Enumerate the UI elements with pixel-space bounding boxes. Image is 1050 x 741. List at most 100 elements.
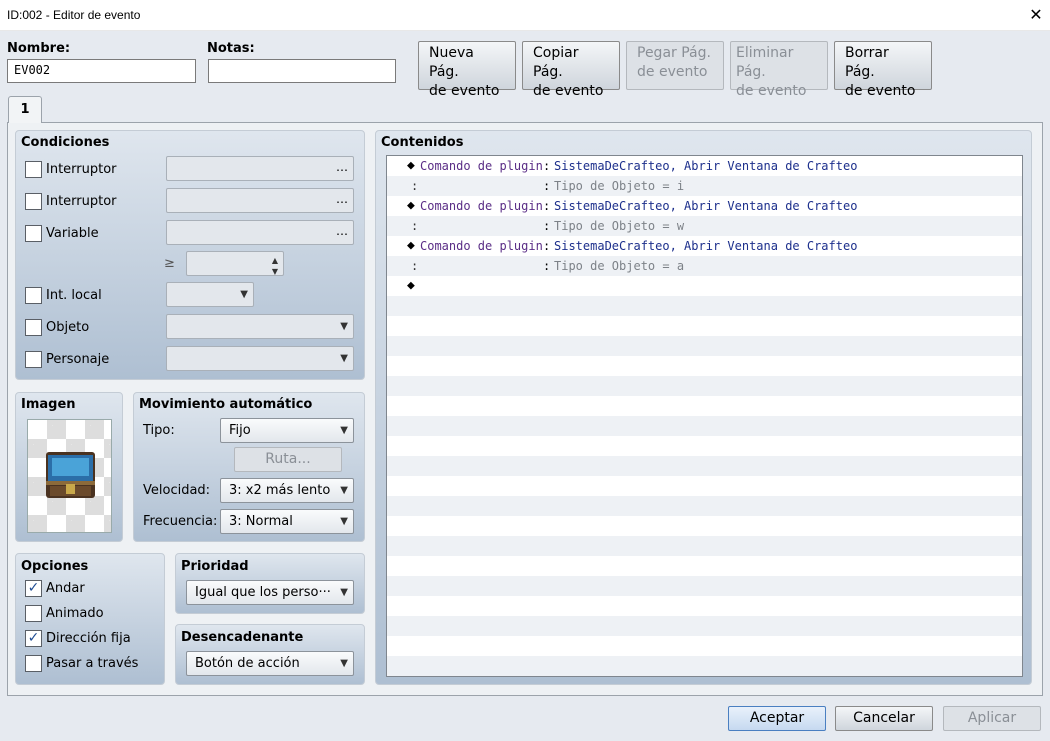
list-item[interactable] [387, 436, 1022, 456]
conditions-title: Condiciones [21, 135, 110, 150]
trigger-title: Desencadenante [181, 630, 304, 645]
diamond-icon: ◆ [407, 238, 415, 253]
list-item[interactable] [387, 656, 1022, 676]
walking-checkbox[interactable]: ✓ [25, 580, 42, 597]
command-name: Comando de plugin [420, 159, 543, 173]
list-item[interactable] [387, 336, 1022, 356]
command-text: SistemaDeCrafteo, Abrir Ventana de Craft… [554, 159, 858, 173]
list-item[interactable] [387, 556, 1022, 576]
list-item[interactable]: ◆ Comando de plugin: SistemaDeCrafteo, Abr… [387, 196, 1022, 216]
frequency-select[interactable]: 3: Normal ▼ [220, 509, 354, 534]
trigger-value: Botón de acción [195, 656, 300, 671]
type-value: Fijo [229, 423, 251, 438]
list-item[interactable] [387, 376, 1022, 396]
stepping-checkbox[interactable] [25, 605, 42, 622]
copy-page-label-1: Copiar Pág. [533, 45, 579, 80]
list-item[interactable] [387, 536, 1022, 556]
priority-select[interactable]: Igual que los perso··· ▼ [186, 580, 354, 605]
list-item[interactable] [387, 636, 1022, 656]
diamond-icon: ◆ [407, 198, 415, 213]
self-switch-label: Int. local [46, 288, 102, 303]
command-text: SistemaDeCrafteo, Abrir Ventana de Craft… [554, 239, 858, 253]
list-item[interactable] [387, 396, 1022, 416]
new-page-label-2: de evento [429, 83, 500, 99]
list-item[interactable] [387, 356, 1022, 376]
speed-select[interactable]: 3: x2 más lento ▼ [220, 478, 354, 503]
command-name: : [411, 259, 419, 273]
list-item[interactable] [387, 456, 1022, 476]
image-title: Imagen [21, 397, 76, 412]
paste-page-button[interactable]: Pegar Pág. de evento [626, 41, 724, 90]
switch2-label: Interruptor [46, 194, 117, 209]
delete-page-label-1: Eliminar Pág. [736, 45, 794, 80]
stepping-label: Animado [46, 606, 104, 621]
new-page-button[interactable]: Nueva Pág. de evento [418, 41, 516, 99]
route-button[interactable]: Ruta... [234, 447, 342, 472]
list-item[interactable] [387, 476, 1022, 496]
paste-page-label-2: de evento [637, 64, 708, 80]
list-item[interactable]: :: Tipo de Objeto = a [387, 256, 1022, 276]
switch2-selector: … [166, 188, 354, 213]
clear-page-button[interactable]: Borrar Pág. de evento [834, 41, 932, 99]
list-item[interactable]: ◆ Comando de plugin: SistemaDeCrafteo, Abr… [387, 236, 1022, 256]
list-item[interactable] [387, 496, 1022, 516]
actor-select: ▼ [166, 346, 354, 371]
command-separator: : [543, 199, 551, 213]
switch2-checkbox[interactable] [25, 193, 42, 210]
speed-value: 3: x2 más lento [229, 483, 331, 498]
actor-checkbox[interactable] [25, 351, 42, 368]
switch1-checkbox[interactable] [25, 161, 42, 178]
walking-label: Andar [46, 581, 85, 596]
command-name: Comando de plugin [420, 199, 543, 213]
event-image[interactable] [27, 419, 112, 533]
clear-page-label-1: Borrar Pág. [845, 45, 889, 80]
command-text: Tipo de Objeto = i [554, 179, 685, 193]
copy-page-button[interactable]: Copiar Pág. de evento [522, 41, 620, 99]
item-checkbox[interactable] [25, 319, 42, 336]
list-item[interactable]: ◆ Comando de plugin: SistemaDeCrafteo, Abr… [387, 156, 1022, 176]
command-separator: : [543, 219, 551, 233]
type-select[interactable]: Fijo ▼ [220, 418, 354, 443]
frequency-value: 3: Normal [229, 514, 293, 529]
through-checkbox[interactable] [25, 655, 42, 672]
command-list[interactable]: ◆ Comando de plugin: SistemaDeCrafteo, Abr… [386, 155, 1023, 677]
spinner-down-icon: ▼ [271, 267, 278, 276]
self-switch-checkbox[interactable] [25, 287, 42, 304]
copy-page-label-2: de evento [533, 83, 604, 99]
contents-title: Contenidos [381, 135, 464, 150]
apply-button[interactable]: Aplicar [943, 706, 1041, 731]
list-item[interactable]: ◆ [387, 276, 1022, 296]
cancel-button[interactable]: Cancelar [835, 706, 933, 731]
list-item[interactable] [387, 576, 1022, 596]
chevron-down-icon: ▼ [240, 289, 248, 300]
chevron-down-icon: ▼ [340, 353, 348, 364]
list-item[interactable] [387, 316, 1022, 336]
ok-button[interactable]: Aceptar [728, 706, 826, 731]
list-item[interactable]: :: Tipo de Objeto = w [387, 216, 1022, 236]
list-item[interactable] [387, 416, 1022, 436]
item-select: ▼ [166, 314, 354, 339]
list-item[interactable] [387, 596, 1022, 616]
ellipsis-icon: … [336, 192, 348, 206]
list-item[interactable] [387, 516, 1022, 536]
actor-label: Personaje [46, 352, 110, 367]
frequency-label: Frecuencia: [143, 514, 218, 529]
list-item[interactable] [387, 616, 1022, 636]
self-switch-select: ▼ [166, 282, 254, 307]
list-item[interactable] [387, 296, 1022, 316]
notes-field[interactable] [208, 59, 396, 83]
command-separator: : [543, 239, 551, 253]
delete-page-button[interactable]: Eliminar Pág. de evento [730, 41, 828, 99]
name-field[interactable]: EV002 [7, 59, 196, 83]
variable-value-spinner: ▲ ▼ [186, 251, 284, 276]
variable-checkbox[interactable] [25, 225, 42, 242]
close-icon[interactable]: ✕ [1026, 5, 1046, 25]
tab-page-1[interactable]: 1 [8, 96, 42, 123]
clear-page-label-2: de evento [845, 83, 916, 99]
trigger-select[interactable]: Botón de acción ▼ [186, 651, 354, 676]
command-separator: : [543, 159, 551, 173]
item-label: Objeto [46, 320, 90, 335]
list-item[interactable]: :: Tipo de Objeto = i [387, 176, 1022, 196]
direction-fix-checkbox[interactable]: ✓ [25, 630, 42, 647]
window-title: ID:002 - Editor de evento [7, 8, 141, 22]
